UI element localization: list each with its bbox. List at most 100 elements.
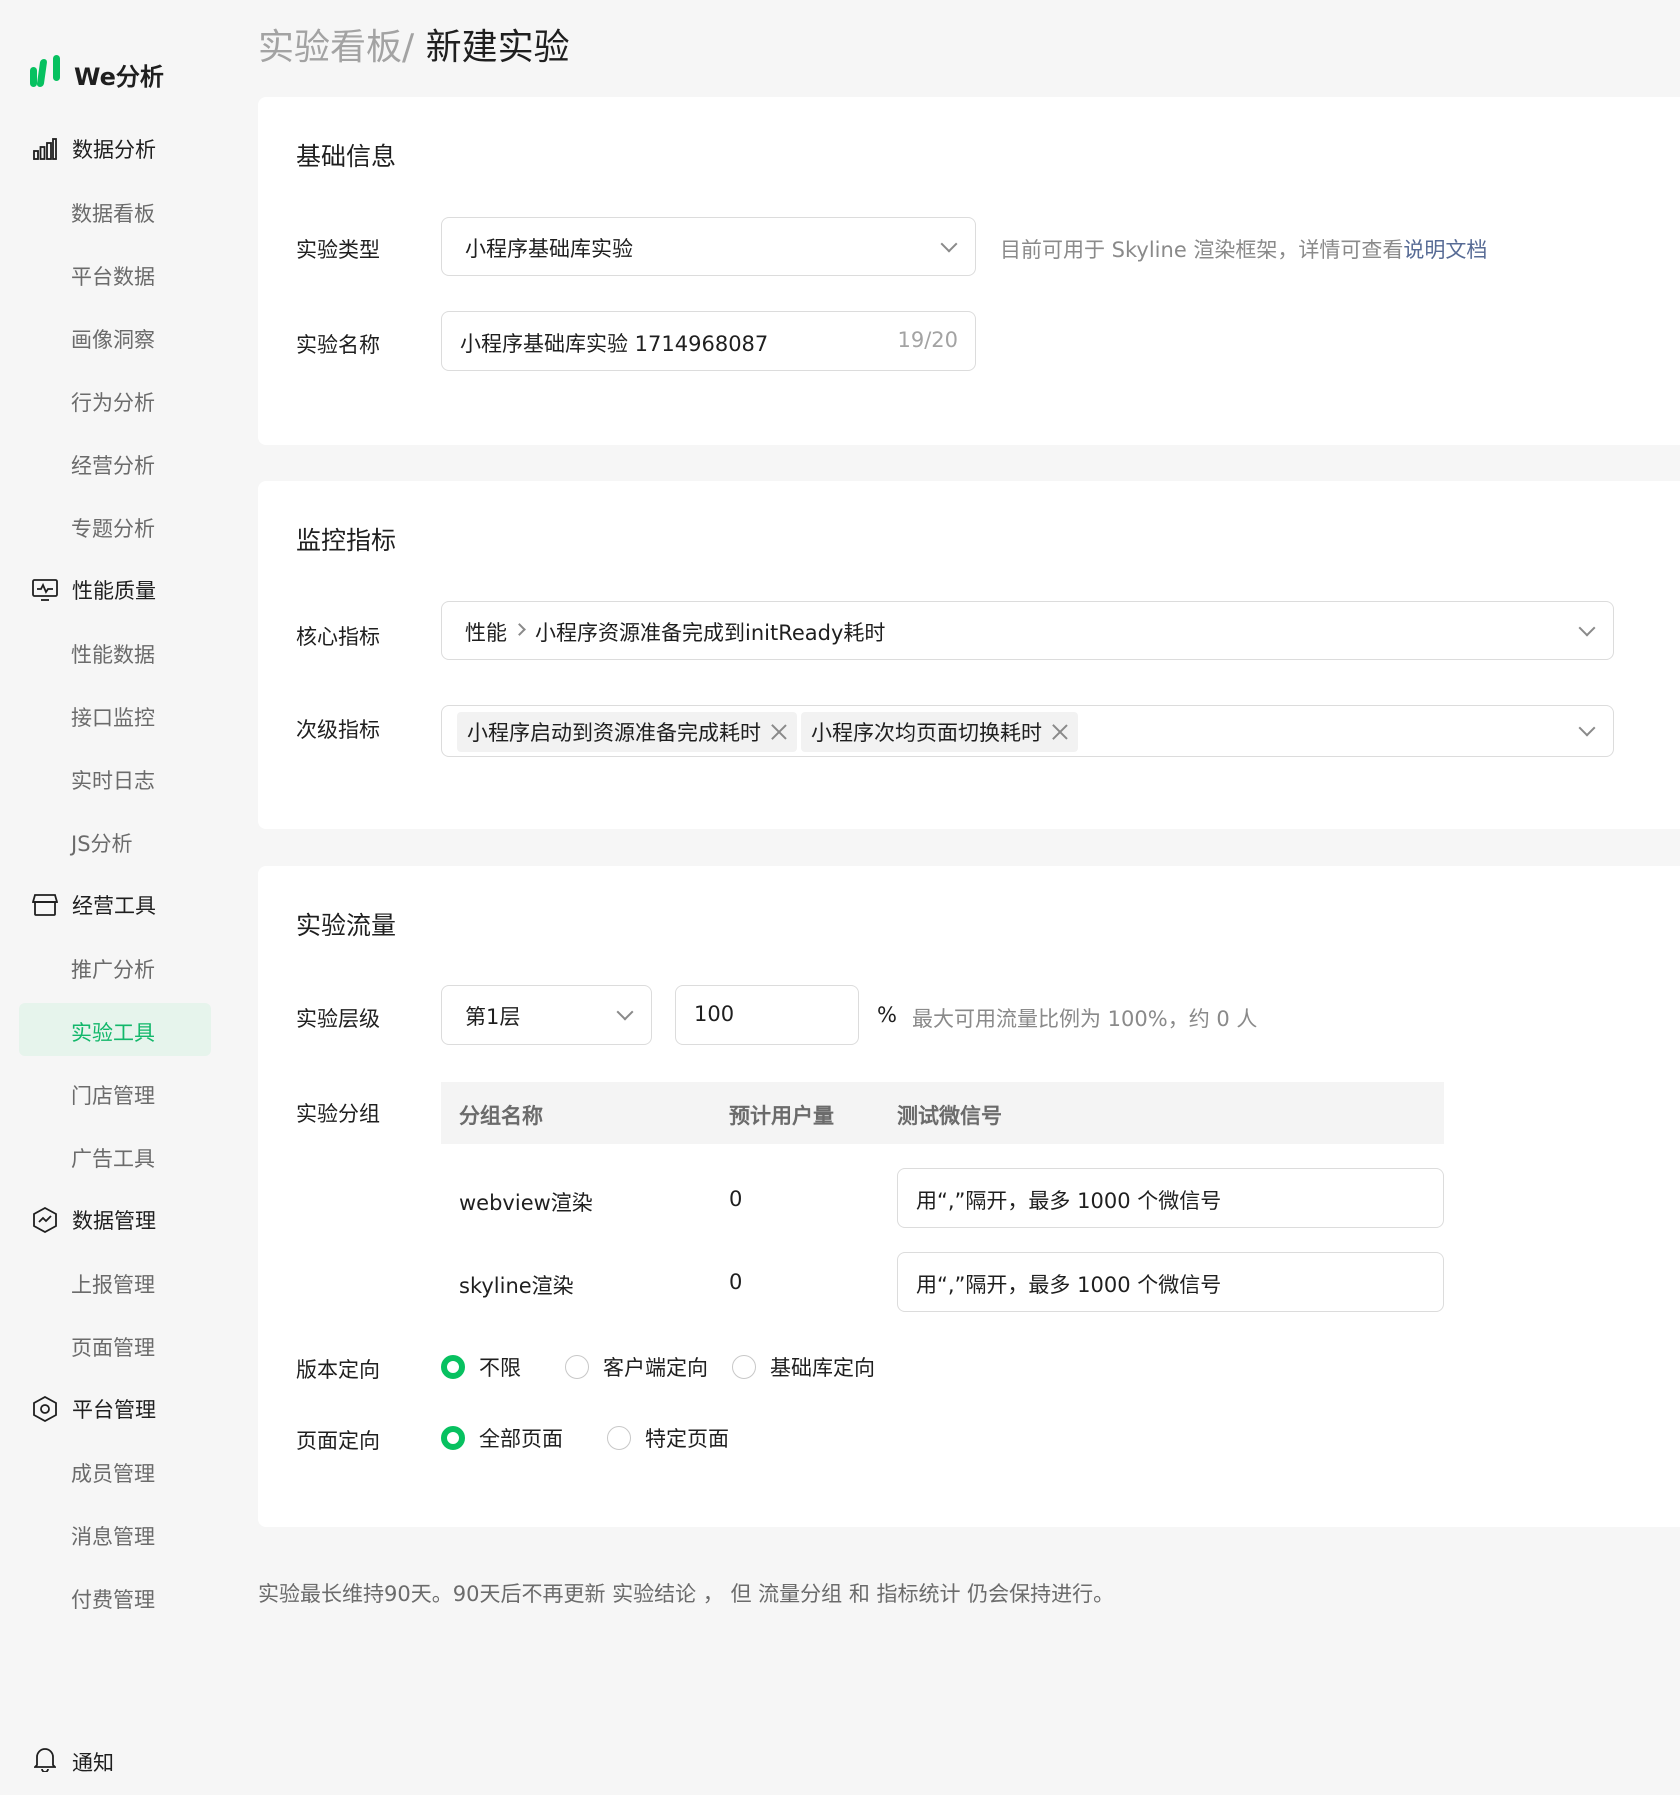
menu-group-platform-management[interactable]: 平台管理	[32, 1394, 156, 1424]
radio-label: 不限	[479, 1356, 521, 1380]
section-title: 监控指标	[296, 526, 397, 555]
sidebar-item-pages[interactable]: 页面管理	[71, 1332, 155, 1362]
experiment-name-input[interactable]: 小程序基础库实验 1714968087 19/20	[441, 311, 976, 371]
chevron-down-icon	[940, 235, 958, 253]
radio-unchecked-icon	[732, 1355, 756, 1379]
sidebar-item-business[interactable]: 经营分析	[71, 450, 155, 480]
page-target-label: 页面定向	[296, 1429, 380, 1453]
menu-group-data-management[interactable]: 数据管理	[32, 1205, 156, 1235]
menu-group-label: 数据分析	[72, 138, 156, 162]
radio-label: 特定页面	[645, 1427, 729, 1451]
core-metric-select[interactable]: 性能 小程序资源准备完成到initReady耗时	[441, 601, 1614, 660]
core-metric-value: 小程序资源准备完成到initReady耗时	[535, 621, 886, 645]
doc-link[interactable]: 说明文档	[1403, 238, 1487, 262]
test-wechat-input[interactable]: 用“,”隔开，最多 1000 个微信号	[897, 1168, 1444, 1228]
group-users: 0	[729, 1187, 743, 1211]
radio-page-specific[interactable]: 特定页面	[607, 1423, 729, 1453]
chevron-down-icon	[1578, 719, 1596, 737]
chevron-down-icon	[1578, 619, 1596, 637]
store-icon	[32, 892, 58, 918]
secondary-metric-label: 次级指标	[296, 718, 380, 742]
group-users: 0	[729, 1270, 743, 1294]
char-counter: 19/20	[897, 328, 958, 352]
percent-hint: 最大可用流量比例为 100%，约 0 人	[912, 1007, 1258, 1031]
sidebar-item-promotion[interactable]: 推广分析	[71, 954, 155, 984]
menu-group-label: 性能质量	[72, 579, 156, 603]
column-header: 测试微信号	[897, 1104, 1002, 1128]
menu-group-performance[interactable]: 性能质量	[32, 575, 156, 605]
radio-unchecked-icon	[607, 1426, 631, 1450]
sidebar-item-members[interactable]: 成员管理	[71, 1458, 155, 1488]
metric-tag: 小程序启动到资源准备完成耗时	[457, 712, 797, 752]
sidebar-item-report[interactable]: 上报管理	[71, 1269, 155, 1299]
sidebar-item-persona[interactable]: 画像洞察	[71, 324, 155, 354]
group-name: skyline渲染	[459, 1274, 574, 1298]
sidebar-item-store[interactable]: 门店管理	[71, 1080, 155, 1110]
type-hint: 目前可用于 Skyline 渲染框架，详情可查看说明文档	[1000, 234, 1487, 264]
column-header: 预计用户量	[729, 1104, 834, 1128]
column-header: 分组名称	[459, 1104, 543, 1128]
group-label: 实验分组	[296, 1102, 380, 1126]
footer-note: 实验最长维持90天。90天后不再更新 实验结论 ， 但 流量分组 和 指标统计 …	[258, 1582, 1115, 1606]
basic-info-card: 基础信息 实验类型 小程序基础库实验 目前可用于 Skyline 渲染框架，详情…	[258, 97, 1680, 445]
chevron-right-icon	[513, 623, 526, 636]
sidebar-item-perf-data[interactable]: 性能数据	[71, 639, 155, 669]
sidebar-item-js-analysis[interactable]: JS分析	[71, 828, 133, 858]
radio-version-lib[interactable]: 基础库定向	[732, 1352, 875, 1382]
sidebar-item-api-monitor[interactable]: 接口监控	[71, 702, 155, 732]
layer-label: 实验层级	[296, 1007, 380, 1031]
name-label: 实验名称	[296, 333, 380, 357]
radio-version-client[interactable]: 客户端定向	[565, 1352, 708, 1382]
brand-name: We分析	[74, 62, 164, 91]
sidebar-item-messages[interactable]: 消息管理	[71, 1521, 155, 1551]
section-title: 实验流量	[296, 911, 397, 940]
sidebar-item-experiment-tool[interactable]: 实验工具	[71, 1017, 155, 1047]
radio-checked-icon	[441, 1355, 465, 1379]
close-icon[interactable]	[1052, 724, 1068, 740]
sidebar-item-topic[interactable]: 专题分析	[71, 513, 155, 543]
metric-tag: 小程序次均页面切换耗时	[801, 712, 1078, 752]
layer-select[interactable]: 第1层	[441, 985, 652, 1045]
settings-hex-icon	[32, 1396, 58, 1422]
sidebar-item-data-board[interactable]: 数据看板	[71, 198, 155, 228]
sidebar-item-billing[interactable]: 付费管理	[71, 1584, 155, 1614]
sidebar-item-behavior[interactable]: 行为分析	[71, 387, 155, 417]
chevron-down-icon	[616, 1003, 634, 1021]
page-title: 新建实验	[425, 27, 570, 68]
menu-group-data-analysis[interactable]: 数据分析	[32, 134, 156, 164]
select-value: 第1层	[465, 1005, 521, 1029]
sidebar-item-ads[interactable]: 广告工具	[71, 1143, 155, 1173]
data-hex-icon	[32, 1207, 58, 1233]
input-placeholder: 用“,”隔开，最多 1000 个微信号	[916, 1273, 1222, 1297]
input-value: 小程序基础库实验 1714968087	[460, 332, 769, 356]
core-metric-label: 核心指标	[296, 625, 380, 649]
metrics-card: 监控指标 核心指标 性能 小程序资源准备完成到initReady耗时 次级指标 …	[258, 481, 1680, 829]
test-wechat-input[interactable]: 用“,”隔开，最多 1000 个微信号	[897, 1252, 1444, 1312]
select-value: 小程序基础库实验	[465, 237, 633, 261]
radio-page-all[interactable]: 全部页面	[441, 1423, 563, 1453]
radio-version-unlimited[interactable]: 不限	[441, 1352, 521, 1382]
bell-icon	[32, 1746, 58, 1777]
notify-link[interactable]: 通知	[32, 1746, 114, 1777]
close-icon[interactable]	[771, 724, 787, 740]
sidebar-item-realtime-log[interactable]: 实时日志	[71, 765, 155, 795]
menu-group-label: 数据管理	[72, 1209, 156, 1233]
tag-label: 小程序启动到资源准备完成耗时	[467, 721, 761, 745]
breadcrumb-parent[interactable]: 实验看板/	[258, 27, 414, 68]
percent-sign: %	[877, 1003, 897, 1027]
bar-chart-icon	[32, 136, 58, 162]
secondary-metric-select[interactable]: 小程序启动到资源准备完成耗时 小程序次均页面切换耗时	[441, 705, 1614, 757]
input-placeholder: 用“,”隔开，最多 1000 个微信号	[916, 1189, 1222, 1213]
radio-label: 基础库定向	[770, 1356, 875, 1380]
experiment-type-select[interactable]: 小程序基础库实验	[441, 217, 976, 276]
sidebar: We分析 数据分析 数据看板 平台数据 画像洞察 行为分析 经营分析 专题分析 …	[0, 0, 240, 1795]
version-label: 版本定向	[296, 1358, 380, 1382]
sidebar-item-platform-data[interactable]: 平台数据	[71, 261, 155, 291]
menu-group-label: 平台管理	[72, 1398, 156, 1422]
brand[interactable]: We分析	[30, 55, 164, 93]
input-value: 100	[694, 1002, 735, 1026]
radio-checked-icon	[441, 1426, 465, 1450]
notify-label: 通知	[72, 1750, 114, 1775]
menu-group-business-tools[interactable]: 经营工具	[32, 890, 156, 920]
traffic-percent-input[interactable]: 100	[675, 985, 859, 1045]
